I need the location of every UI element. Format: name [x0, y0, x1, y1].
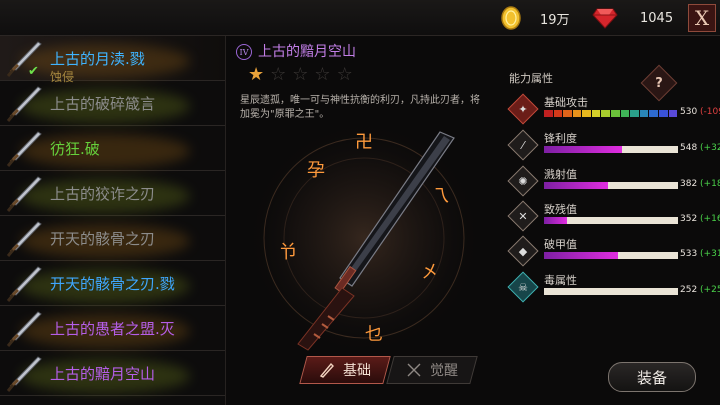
magic-circle-glow	[246, 120, 482, 356]
weapon-name: 开天的骸骨之刃.戮	[50, 275, 175, 293]
equip-button[interactable]: 装备	[608, 362, 696, 392]
top-bar: 19万 1045 X	[0, 0, 720, 36]
tier-badge: IV	[236, 44, 252, 60]
sword-icon	[6, 221, 42, 257]
glowing-rune: 乁	[431, 186, 449, 207]
star-empty-icon: ☆	[270, 64, 287, 85]
glowing-rune: 㐅	[421, 262, 439, 283]
attack-emblem-icon: ✦	[507, 93, 539, 125]
attribute-bar-fill	[544, 252, 618, 259]
attribute-bar	[544, 252, 678, 259]
close-button[interactable]: X	[688, 4, 716, 32]
red-gem-icon	[590, 0, 620, 36]
attribute-bar-segmented	[544, 110, 678, 117]
question-mark-icon: ?	[655, 75, 663, 91]
attribute-value: 548 (+320)	[680, 143, 720, 153]
weapon-name: 上古的黯月空山	[50, 365, 156, 383]
sharpness-icon: ⁄	[507, 129, 539, 161]
weapon-name: 上古的破碎箴言	[50, 95, 156, 113]
attribute-row: ✦ 基础攻击 530 (-109)	[507, 93, 720, 126]
attribute-row: ☠ 毒属性 252 (+252)	[507, 271, 720, 304]
attribute-bar	[544, 288, 678, 295]
sword-icon	[6, 131, 42, 167]
weapon-list: 上古的月渎.戮 ✔ 蚀侵 上古的破碎箴言 彷狂.破 上古的狡诈之刃 开天的骸骨之刃 开天的骸骨…	[0, 36, 226, 405]
attribute-row: ◆ 破甲值 533 (+319)	[507, 235, 720, 268]
sword-icon	[6, 356, 42, 392]
sword-icon	[6, 311, 42, 347]
weapon-name: 开天的骸骨之刃	[50, 230, 156, 248]
weapon-name: 上古的狡诈之刃	[50, 185, 156, 203]
weapon-art: 卍孕乁兯㐅乜	[246, 120, 482, 356]
star-empty-icon: ☆	[314, 64, 331, 85]
weapon-list-item[interactable]: 上古的破碎箴言	[0, 81, 225, 126]
weapon-name: 上古的月渎.戮	[50, 50, 145, 68]
attribute-value: 530 (-109)	[680, 107, 720, 117]
sword-icon	[6, 176, 42, 212]
equipped-check-icon: ✔	[28, 64, 39, 79]
tab-basic[interactable]: 基础	[299, 356, 391, 384]
tab-awaken-label: 觉醒	[430, 363, 458, 379]
poison-skull-icon: ☠	[507, 271, 539, 303]
star-rating: ★ ☆ ☆ ☆ ☆	[248, 64, 353, 85]
gem-amount: 1045	[640, 10, 674, 26]
weapon-list-item[interactable]: 上古的黯月空山	[0, 351, 225, 396]
attribute-value: 352 (+160)	[680, 214, 720, 224]
glowing-rune: 兯	[279, 242, 297, 263]
weapon-list-item[interactable]: 上古的愚者之盟.灭	[0, 306, 225, 351]
attribute-bar	[544, 182, 678, 189]
attribute-row: ✺ 溅射值 382 (+182)	[507, 165, 720, 198]
cripple-icon: ✕	[507, 200, 539, 232]
attribute-bar	[544, 217, 678, 224]
weapon-detail-panel: IV 上古的黯月空山 ★ ☆ ☆ ☆ ☆ 星辰遗孤，唯一可与神性抗衡的利刃，凡持此刃者，…	[228, 36, 498, 405]
splash-icon: ✺	[507, 165, 539, 197]
weapon-list-item[interactable]: 开天的骸骨之刃	[0, 216, 225, 261]
sword-icon	[6, 86, 42, 122]
glowing-rune: 乜	[365, 324, 383, 345]
item-glow	[20, 134, 190, 168]
weapon-list-item[interactable]: 上古的月渎.戮 ✔ 蚀侵	[0, 36, 225, 84]
tab-awaken[interactable]: 觉醒	[386, 356, 478, 384]
tab-basic-label: 基础	[343, 363, 371, 379]
glowing-rune: 孕	[307, 160, 325, 181]
attribute-label: 溅射值	[544, 168, 577, 181]
armor-break-icon: ◆	[507, 235, 539, 267]
attribute-label: 毒属性	[544, 274, 577, 287]
blade-tab-icon	[319, 362, 334, 378]
attribute-bar-fill	[544, 182, 609, 189]
attribute-title: 能力属性	[509, 72, 553, 85]
sword-icon	[6, 266, 42, 302]
weapon-list-item[interactable]: 开天的骸骨之刃.戮	[0, 261, 225, 306]
gold-coin-icon	[496, 0, 526, 36]
gold-resource: 19万	[496, 0, 570, 36]
attribute-bar-fill	[544, 146, 622, 153]
gold-amount: 19万	[540, 12, 570, 28]
attribute-label: 锋利度	[544, 132, 577, 145]
attribute-panel: 能力属性 ? ✦ 基础攻击 530 (-109) ⁄ 锋利度 548 (+320) ✺ 溅射值…	[500, 36, 720, 405]
attribute-value: 252 (+252)	[680, 285, 720, 295]
star-filled-icon: ★	[248, 64, 265, 85]
attribute-row: ✕ 致残值 352 (+160)	[507, 200, 720, 233]
attribute-label: 破甲值	[544, 238, 577, 251]
attribute-value: 533 (+319)	[680, 249, 720, 259]
star-empty-icon: ☆	[292, 64, 309, 85]
gem-resource: 1045	[590, 0, 673, 36]
attribute-row: ⁄ 锋利度 548 (+320)	[507, 129, 720, 162]
weapon-list-item[interactable]: 上古的狡诈之刃	[0, 171, 225, 216]
crossed-swords-icon	[407, 363, 421, 377]
star-empty-icon: ☆	[336, 64, 353, 85]
glowing-rune: 卍	[355, 132, 373, 153]
attribute-value: 382 (+182)	[680, 179, 720, 189]
attribute-label: 基础攻击	[544, 96, 588, 109]
weapon-name: 彷狂.破	[50, 140, 100, 158]
weapon-list-item[interactable]: 彷狂.破	[0, 126, 225, 171]
attribute-bar-fill	[544, 217, 567, 224]
attribute-bar	[544, 146, 678, 153]
attribute-label: 致残值	[544, 203, 577, 216]
weapon-title: 上古的黯月空山	[258, 44, 356, 60]
weapon-name: 上古的愚者之盟.灭	[50, 320, 175, 338]
